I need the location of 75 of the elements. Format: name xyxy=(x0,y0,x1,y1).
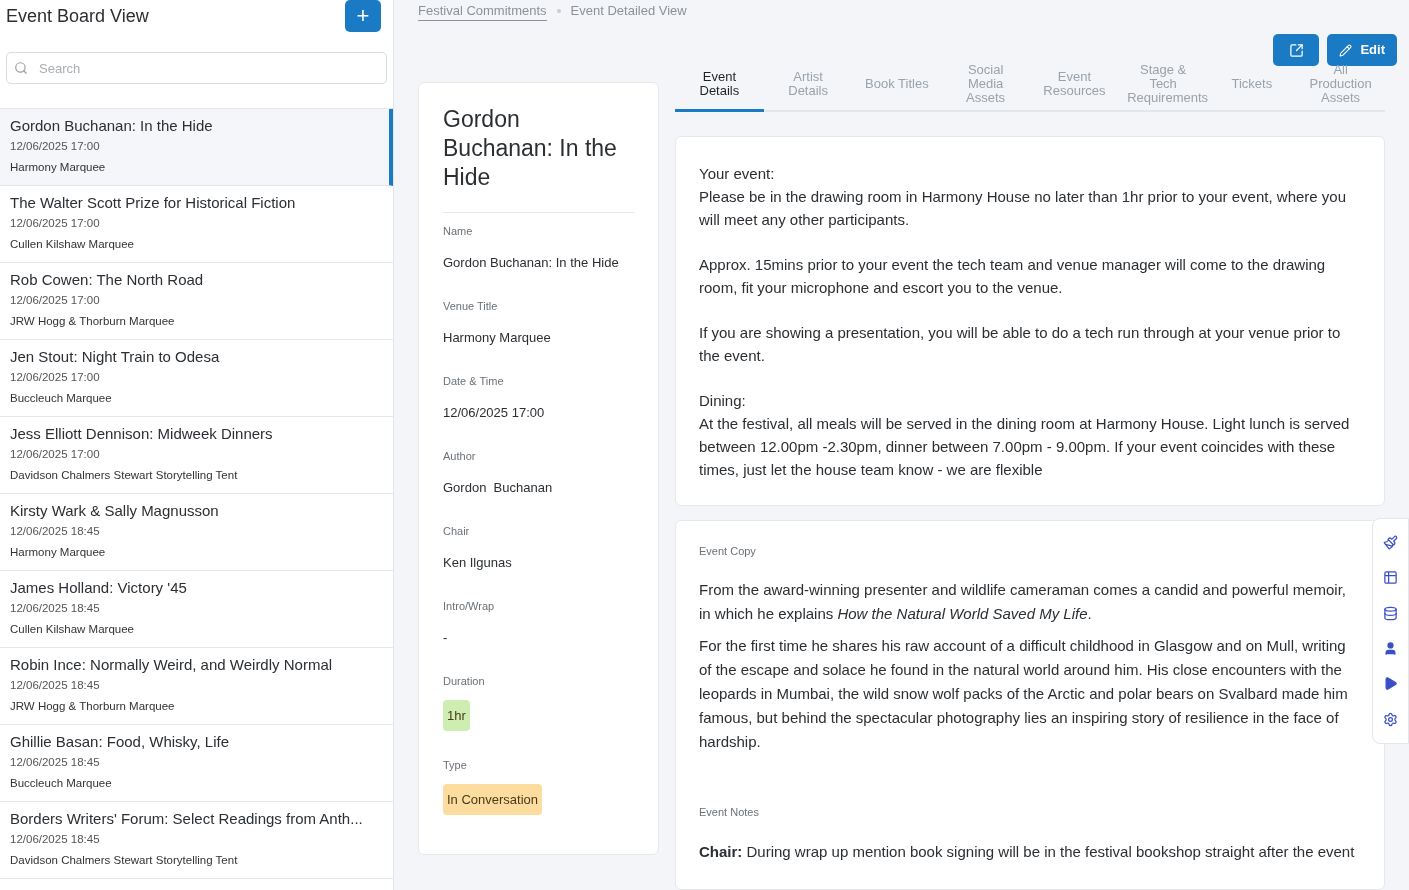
event-title: Gordon Buchanan: In the Hide xyxy=(10,116,214,136)
event-list-item[interactable]: Gordon Buchanan: In the Hide 12/06/2025 17:00 Harmony Marquee xyxy=(0,109,393,186)
field-tag: 1hr xyxy=(443,699,470,731)
field-value: - xyxy=(443,628,448,647)
info-paragraph: Approx. 15mins prior to your event the tech team and venue manager will come to the drawing room, fit your microphone and escort you to the venue. xyxy=(699,255,1327,299)
field-label: Author xyxy=(443,449,476,464)
field-tag: In Conversation xyxy=(443,783,543,815)
tab[interactable]: Event Details xyxy=(675,58,764,113)
event-title: Robin Ince: Normally Weird, and Weirdly Normal xyxy=(10,655,334,675)
field-value: 12/06/2025 17:00 xyxy=(443,403,545,422)
field-label: Chair xyxy=(443,524,470,539)
field-label: Date & Time xyxy=(443,374,504,389)
event-venue: Cullen Kilshaw Marquee xyxy=(10,622,135,638)
add-button[interactable]: + xyxy=(345,0,381,32)
copy-paragraph: From the award-winning presenter and wildlife cameraman comes a candid and powerful memoir, in which he explains How the Natural World Saved My Life. xyxy=(699,579,1347,624)
info-heading: Dining: xyxy=(699,391,747,412)
pencil-icon xyxy=(1339,43,1353,57)
sidebar-title: Event Board View xyxy=(6,4,149,28)
info-paragraph: Please be in the drawing room in Harmony House no later than 1hr prior to your event, where you will meet any other participants. xyxy=(699,187,1347,231)
breadcrumb-current: Event Detailed View xyxy=(570,2,687,21)
field-value: Gordon Buchanan: In the Hide xyxy=(443,253,619,272)
search-field[interactable]: Search xyxy=(6,52,387,84)
field-label: Venue Title xyxy=(443,299,498,314)
event-venue: Davidson Chalmers Stewart Storytelling Tent xyxy=(10,853,239,869)
search-icon xyxy=(14,61,28,75)
event-venue: JRW Hogg & Thorburn Marquee xyxy=(10,314,176,330)
event-datetime: 12/06/2025 17:00 xyxy=(10,216,101,231)
event-datetime: 12/06/2025 18:45 xyxy=(10,755,101,770)
event-datetime: 12/06/2025 17:00 xyxy=(10,447,101,462)
section-label: Event Copy xyxy=(699,544,757,560)
event-venue: Cullen Kilshaw Marquee xyxy=(10,237,135,253)
field-label: Name xyxy=(443,224,473,239)
field-label: Type xyxy=(443,758,467,773)
play-icon[interactable] xyxy=(1383,676,1398,692)
event-title: The Walter Scott Prize for Historical Fiction xyxy=(10,193,297,213)
field-label: Duration xyxy=(443,674,485,689)
event-venue: Harmony Marquee xyxy=(10,160,107,176)
event-title: James Holland: Victory '45 xyxy=(10,578,188,598)
field-value: Ken Ilgunas xyxy=(443,553,512,572)
event-title: Borders Writers' Forum: Select Readings from Anth... xyxy=(10,809,364,829)
event-title: Jen Stout: Night Train to Odesa xyxy=(10,347,221,367)
event-datetime: 12/06/2025 18:45 xyxy=(10,832,101,847)
event-heading: Gordon Buchanan: In the Hide xyxy=(443,105,634,213)
event-venue: Buccleuch Marquee xyxy=(10,776,113,792)
event-datetime: 12/06/2025 17:00 xyxy=(10,370,101,385)
event-datetime: 12/06/2025 17:00 xyxy=(10,293,101,308)
event-venue: JRW Hogg & Thorburn Marquee xyxy=(10,699,176,715)
database-icon[interactable] xyxy=(1383,605,1398,621)
field-value: Gordon Buchanan xyxy=(443,478,553,497)
edit-button[interactable]: Edit xyxy=(1327,34,1397,66)
table-icon[interactable] xyxy=(1383,570,1398,586)
event-venue: Davidson Chalmers Stewart Storytelling Tent xyxy=(10,468,239,484)
open-external-button[interactable] xyxy=(1273,34,1320,66)
event-datetime: 12/06/2025 18:45 xyxy=(10,601,101,616)
info-paragraph: At the festival, all meals will be served in the dining room at Harmony House. Light lunch is served between 12.00pm -2.30pm, dinner between 7.00pm - 9.00pm. If your event coincides with these times, just let the house team know - we are flexible xyxy=(699,414,1351,481)
user-icon[interactable] xyxy=(1383,641,1398,657)
notes-paragraph: Chair: During wrap up mention book signing will be in the festival bookshop straight after the event xyxy=(699,842,1356,863)
paintbrush-icon[interactable] xyxy=(1383,535,1398,551)
settings-icon[interactable] xyxy=(1383,711,1398,727)
event-venue: Harmony Marquee xyxy=(10,545,107,561)
event-title: Kirsty Wark & Sally Magnusson xyxy=(10,501,220,521)
event-datetime: 12/06/2025 18:45 xyxy=(10,524,101,539)
event-datetime: 12/06/2025 18:45 xyxy=(10,678,101,693)
info-paragraph: If you are showing a presentation, you will be able to do a tech run through at your venue prior to the event. xyxy=(699,323,1342,367)
field-value: Harmony Marquee xyxy=(443,328,551,347)
event-datetime: 12/06/2025 17:00 xyxy=(10,139,101,154)
field-label: Intro/Wrap xyxy=(443,599,495,614)
event-title: Rob Cowen: The North Road xyxy=(10,270,205,290)
info-heading: Your event: xyxy=(699,164,776,185)
external-link-icon xyxy=(1288,42,1304,58)
event-title: Jess Elliott Dennison: Midweek Dinners xyxy=(10,424,274,444)
event-title: Ghillie Basan: Food, Whisky, Life xyxy=(10,732,230,752)
event-venue: Buccleuch Marquee xyxy=(10,391,113,407)
copy-paragraph: For the first time he shares his raw account of a difficult childhood in Glasgow and on Mull, writing of the escape and solace he found in the natural world around him. His close encounters with the leopards in Mumbai, the wild snow wolf packs of the Arctic and polar bears on Svalbard made him famous, but behind the spectacular photography lies an inspiring story of resilience in the face of hardship. xyxy=(699,635,1349,752)
section-label: Event Notes xyxy=(699,804,760,820)
